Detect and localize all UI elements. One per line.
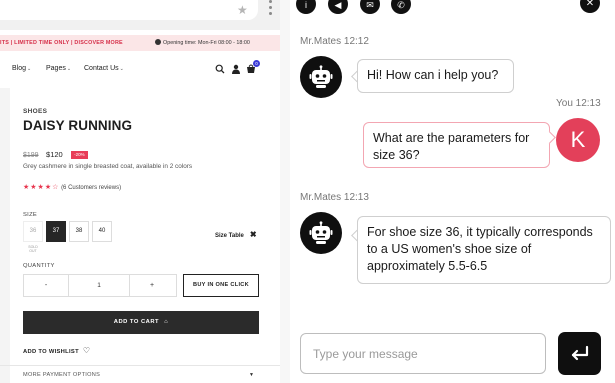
ruler-icon: ✖ <box>249 230 257 239</box>
chevron-down-icon[interactable]: ▼ <box>249 372 254 378</box>
message-meta: Mr.Mates 12:12 <box>300 36 369 47</box>
message-meta: You 12:13 <box>556 98 601 109</box>
current-price: $120 <box>46 150 63 159</box>
old-price: $199 <box>23 152 39 159</box>
avatar: K <box>556 118 600 162</box>
bot-message-bubble: For shoe size 36, it typically correspon… <box>357 216 611 284</box>
divider <box>0 365 280 366</box>
product-title: DAISY RUNNING <box>23 118 133 133</box>
bot-message-bubble: Hi! How can i help you? <box>357 59 514 93</box>
bot-avatar <box>300 212 342 254</box>
chat-panel: i ◀ ✉ ✆ ✕ Mr.Mates 12:12 Hi! How can i h… <box>290 0 615 383</box>
buy-in-one-click-button[interactable]: BUY IN ONE CLICK <box>183 274 259 297</box>
rating-stars-icon: ★★★★☆ <box>23 184 60 191</box>
user-message-bubble: What are the parameters for size 36? <box>363 122 550 168</box>
cart-count-badge: 0 <box>253 60 260 67</box>
search-icon[interactable] <box>215 64 225 74</box>
nav-item-blog[interactable]: Blog⌄ <box>12 65 31 72</box>
opening-hours: Opening time: Mon-Fri 08:00 - 18:00 <box>155 35 250 51</box>
phone-icon[interactable]: ✆ <box>391 0 411 14</box>
opening-hours-text: Opening time: Mon-Fri 08:00 - 18:00 <box>163 40 250 46</box>
price-row: $199 $120 -20% <box>23 144 88 162</box>
send-button[interactable] <box>558 332 601 375</box>
heart-icon: ♡ <box>82 346 91 355</box>
add-to-cart-button[interactable]: ADD TO CART ⌂ <box>23 311 259 334</box>
clock-icon <box>155 38 161 45</box>
address-bar[interactable] <box>0 0 258 20</box>
wishlist-label: ADD TO WISHLIST <box>23 349 79 355</box>
discount-badge: -20% <box>71 150 88 159</box>
nav-item-pages[interactable]: Pages⌄ <box>46 65 71 72</box>
browser-toolbar: ★ <box>0 0 280 30</box>
quantity-minus-button[interactable]: - <box>24 275 68 296</box>
sold-out-label: SOLD OUT <box>28 245 38 253</box>
add-to-wishlist-link[interactable]: ADD TO WISHLIST ♡ <box>23 346 90 355</box>
message-input[interactable]: Type your message <box>300 333 546 374</box>
info-icon[interactable]: i <box>296 0 316 14</box>
size-option-37[interactable]: 37 <box>46 221 66 242</box>
quantity-input[interactable]: 1 <box>68 275 130 296</box>
robot-icon <box>309 221 333 244</box>
more-payment-options[interactable]: MORE PAYMENT OPTIONS <box>23 372 100 378</box>
close-icon[interactable]: ✕ <box>580 0 600 13</box>
promo-bar: ITS | LIMITED TIME ONLY | DISCOVER MORE … <box>0 35 280 51</box>
promo-text[interactable]: ITS | LIMITED TIME ONLY | DISCOVER MORE <box>0 35 123 51</box>
size-table-label: Size Table <box>215 233 244 239</box>
scrollbar[interactable] <box>280 0 290 383</box>
product-category[interactable]: SHOES <box>23 108 263 115</box>
size-table-link[interactable]: Size Table ✖ <box>215 230 257 239</box>
megaphone-icon[interactable]: ◀ <box>328 0 348 14</box>
size-option-36[interactable]: 36 <box>23 221 43 242</box>
nav-item-contact-us[interactable]: Contact Us⌄ <box>84 65 124 72</box>
reviews-count[interactable]: (6 Customers reviews) <box>61 185 121 191</box>
message-meta: Mr.Mates 12:13 <box>300 192 369 203</box>
product-details: SHOES DAISY RUNNING $199 $120 -20% Grey … <box>0 108 280 378</box>
user-icon[interactable] <box>231 64 241 74</box>
mail-icon[interactable]: ✉ <box>360 0 380 14</box>
left-gutter <box>0 88 10 383</box>
main-nav: Blog⌄ Pages⌄ Contact Us⌄ 0 <box>0 60 280 80</box>
bag-icon: ⌂ <box>164 319 169 325</box>
size-option-40[interactable]: 40 <box>92 221 112 242</box>
product-description: Grey cashmere in single breasted coat, a… <box>23 163 193 170</box>
robot-icon <box>309 65 333 88</box>
quantity-plus-button[interactable]: + <box>130 275 174 296</box>
bookmark-star-icon[interactable]: ★ <box>237 3 248 17</box>
browser-menu-icon[interactable] <box>269 0 272 18</box>
enter-icon <box>571 345 589 361</box>
size-option-38[interactable]: 38 <box>69 221 89 242</box>
shop-page: ★ ITS | LIMITED TIME ONLY | DISCOVER MOR… <box>0 0 280 383</box>
bot-avatar <box>300 56 342 98</box>
rating-row: ★★★★☆ (6 Customers reviews) <box>23 183 121 191</box>
quantity-label: QUANTITY <box>23 263 55 269</box>
add-to-cart-label: ADD TO CART <box>113 319 160 325</box>
size-label: SIZE <box>23 212 38 218</box>
quantity-stepper: - 1 + <box>23 274 177 297</box>
